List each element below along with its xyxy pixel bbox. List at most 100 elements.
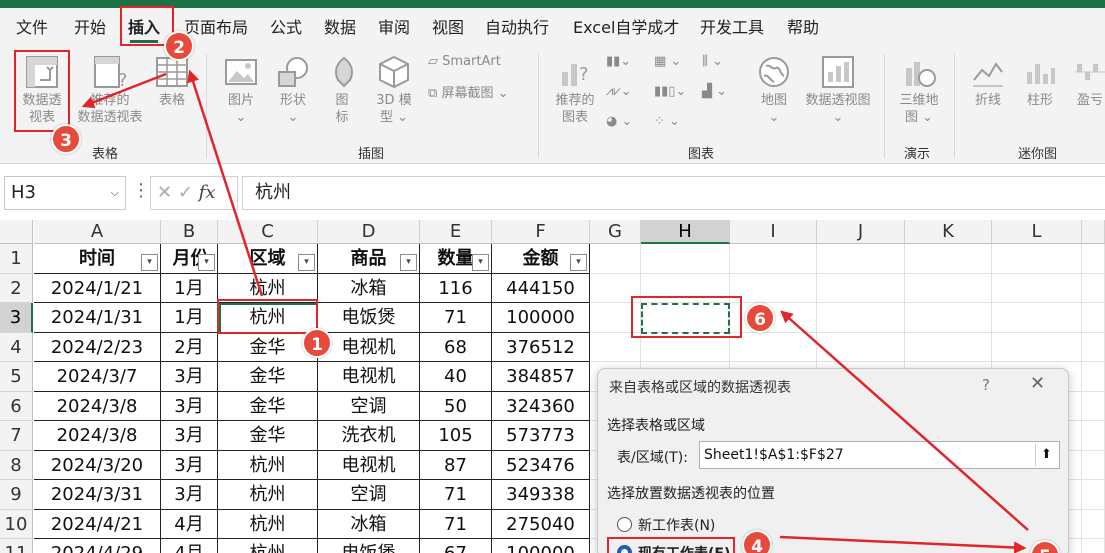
table-cell[interactable]: 376512	[492, 332, 590, 362]
empty-cell[interactable]	[1082, 509, 1105, 539]
table-cell[interactable]: 2024/4/21	[34, 509, 161, 539]
row-header[interactable]: 11	[0, 539, 33, 553]
pie-chart-button[interactable]: ◕ ⌄	[606, 112, 632, 132]
filter-dropdown-icon[interactable]: ▾	[298, 253, 315, 271]
table-cell[interactable]: 67	[420, 539, 492, 553]
sparkline-winloss-button[interactable]: 盈亏	[1070, 54, 1105, 109]
tab-view[interactable]: 视图	[432, 8, 464, 48]
table-header-cell[interactable]: 商品 ▾	[318, 244, 420, 274]
table-cell[interactable]: 空调	[318, 391, 420, 421]
empty-cell[interactable]	[817, 332, 905, 362]
row-header[interactable]: 8	[0, 450, 33, 480]
filter-dropdown-icon[interactable]: ▾	[472, 253, 489, 271]
table-cell[interactable]: 1月	[161, 303, 218, 333]
empty-cell[interactable]	[1082, 450, 1105, 480]
sparkline-column-button[interactable]: 柱形	[1018, 54, 1062, 109]
shapes-button[interactable]: 形状 ⌄	[274, 54, 312, 126]
empty-cell[interactable]	[730, 332, 817, 362]
help-icon[interactable]: ?	[982, 376, 990, 394]
table-header-cell[interactable]: 时间 ▾	[34, 244, 161, 274]
pivot-chart-button[interactable]: 数据透视图 ⌄	[800, 54, 876, 126]
empty-cell[interactable]	[992, 273, 1082, 303]
table-cell[interactable]: 4月	[161, 539, 218, 553]
scatter-chart-button[interactable]: ⁘ ⌄	[654, 112, 680, 132]
bar-chart-button[interactable]: ▮▮▯⌄	[654, 82, 686, 102]
table-cell[interactable]: 2024/2/23	[34, 332, 161, 362]
empty-cell[interactable]	[817, 303, 905, 333]
empty-cell[interactable]	[1082, 244, 1105, 274]
column-header-j[interactable]: J	[817, 220, 905, 244]
name-box[interactable]: H3 ⌵	[4, 176, 126, 210]
empty-cell[interactable]	[1082, 391, 1105, 421]
empty-cell[interactable]	[905, 244, 992, 274]
radio-new-worksheet[interactable]	[617, 517, 632, 532]
table-cell[interactable]: 3月	[161, 480, 218, 510]
table-cell[interactable]: 金华	[218, 391, 318, 421]
smartart-button[interactable]: ▱ SmartArt	[428, 52, 501, 72]
table-cell[interactable]: 71	[420, 303, 492, 333]
table-cell[interactable]: 349338	[492, 480, 590, 510]
maps-button[interactable]: 地图 ⌄	[754, 54, 794, 126]
recommended-pivot-button[interactable]: ? 推荐的 数据透视表	[76, 54, 144, 126]
close-icon[interactable]: ✕	[1030, 373, 1045, 394]
select-all-corner[interactable]	[0, 220, 33, 244]
empty-cell[interactable]	[730, 273, 817, 303]
empty-cell[interactable]	[817, 244, 905, 274]
fx-icon[interactable]: fx	[199, 182, 216, 203]
table-cell[interactable]: 杭州	[218, 450, 318, 480]
table-cell[interactable]: 杭州	[218, 509, 318, 539]
column-header-l[interactable]: L	[992, 220, 1082, 244]
filter-dropdown-icon[interactable]: ▾	[198, 253, 215, 271]
pictures-button[interactable]: 图片 ⌄	[222, 54, 260, 126]
table-cell[interactable]: 2月	[161, 332, 218, 362]
table-cell[interactable]: 71	[420, 509, 492, 539]
3d-models-button[interactable]: 3D 模 型 ⌄	[372, 54, 416, 126]
hierarchy-chart-button[interactable]: ▦ ⌄	[654, 52, 681, 72]
icons-button[interactable]: 图 标	[326, 54, 358, 126]
row-header[interactable]: 6	[0, 391, 33, 421]
row-header[interactable]: 5	[0, 362, 33, 392]
table-header-cell[interactable]: 区域 ▾	[218, 244, 318, 274]
empty-cell[interactable]	[1082, 303, 1105, 333]
column-header-m[interactable]	[1082, 220, 1105, 244]
empty-cell[interactable]	[817, 273, 905, 303]
screenshot-button[interactable]: ⧉ 屏幕截图 ⌄	[428, 84, 508, 104]
tab-home[interactable]: 开始	[74, 8, 106, 48]
table-header-cell[interactable]: 月份 ▾	[161, 244, 218, 274]
empty-cell[interactable]	[1082, 539, 1105, 553]
tab-data[interactable]: 数据	[324, 8, 356, 48]
table-cell[interactable]: 电饭煲	[318, 303, 420, 333]
empty-cell[interactable]	[992, 244, 1082, 274]
table-cell[interactable]: 4月	[161, 509, 218, 539]
table-cell[interactable]: 冰箱	[318, 273, 420, 303]
table-cell[interactable]: 金华	[218, 362, 318, 392]
more-icon[interactable]: ⋮	[132, 180, 150, 201]
table-cell[interactable]: 100000	[492, 539, 590, 553]
table-header-cell[interactable]: 金额 ▾	[492, 244, 590, 274]
table-cell[interactable]: 电视机	[318, 450, 420, 480]
table-cell[interactable]: 杭州	[218, 480, 318, 510]
table-cell[interactable]: 电视机	[318, 362, 420, 392]
3d-map-button[interactable]: 三维地 图 ⌄	[894, 54, 944, 126]
table-cell[interactable]: 100000	[492, 303, 590, 333]
table-cell[interactable]: 3月	[161, 450, 218, 480]
tab-review[interactable]: 审阅	[378, 8, 410, 48]
column-header-f[interactable]: F	[492, 220, 590, 244]
tab-developer[interactable]: 开发工具	[700, 8, 764, 48]
empty-cell[interactable]	[730, 244, 817, 274]
empty-cell[interactable]	[1082, 421, 1105, 451]
column-header-b[interactable]: B	[161, 220, 218, 244]
waterfall-chart-button[interactable]: ⫼ ⌄	[702, 52, 723, 72]
table-cell[interactable]: 116	[420, 273, 492, 303]
table-cell[interactable]: 384857	[492, 362, 590, 392]
empty-cell[interactable]	[905, 303, 992, 333]
column-header-i[interactable]: I	[730, 220, 817, 244]
table-cell[interactable]: 68	[420, 332, 492, 362]
collapse-dialog-icon[interactable]: ⬆	[1035, 444, 1057, 466]
column-header-k[interactable]: K	[905, 220, 992, 244]
empty-cell[interactable]	[992, 303, 1082, 333]
table-cell[interactable]: 2024/4/29	[34, 539, 161, 553]
table-cell[interactable]: 金华	[218, 421, 318, 451]
combo-chart-button[interactable]: ▟ ⌄	[702, 82, 727, 102]
tab-automate[interactable]: 自动执行	[485, 8, 549, 48]
